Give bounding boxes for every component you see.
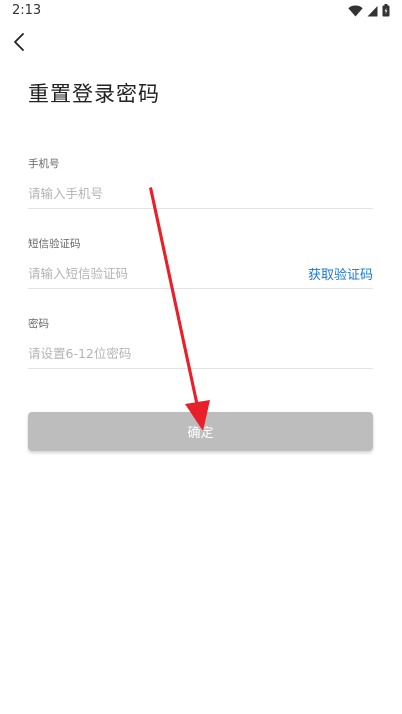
phone-field-group: 手机号 [28, 156, 373, 209]
password-field-row [28, 342, 373, 369]
password-label: 密码 [28, 318, 49, 330]
get-code-button[interactable]: 获取验证码 [308, 264, 373, 283]
reset-password-screen: 2:13 重置登录密码 手机号 请输入手机号 短信验证码 请输入短信验证码 获取… [0, 0, 402, 714]
password-field-group: 密码 [28, 316, 373, 369]
page-title: 重置登录密码 [28, 82, 160, 106]
cellular-signal-icon [367, 5, 378, 17]
status-icons [348, 4, 390, 17]
sms-code-input[interactable] [28, 262, 288, 284]
status-time: 2:13 [12, 3, 42, 18]
chevron-left-icon [14, 33, 24, 51]
phone-input[interactable] [28, 182, 288, 204]
password-input[interactable] [28, 342, 288, 364]
phone-field-row [28, 182, 373, 209]
sms-code-label: 短信验证码 [28, 238, 81, 250]
sms-code-field-row: 获取验证码 [28, 262, 373, 289]
status-bar: 2:13 [0, 0, 402, 24]
phone-label: 手机号 [28, 158, 60, 170]
wifi-icon [348, 5, 363, 17]
back-button[interactable] [8, 30, 32, 54]
battery-icon [382, 4, 390, 17]
sms-code-field-group: 短信验证码 获取验证码 [28, 236, 373, 289]
confirm-button[interactable]: 确定 [28, 412, 373, 451]
